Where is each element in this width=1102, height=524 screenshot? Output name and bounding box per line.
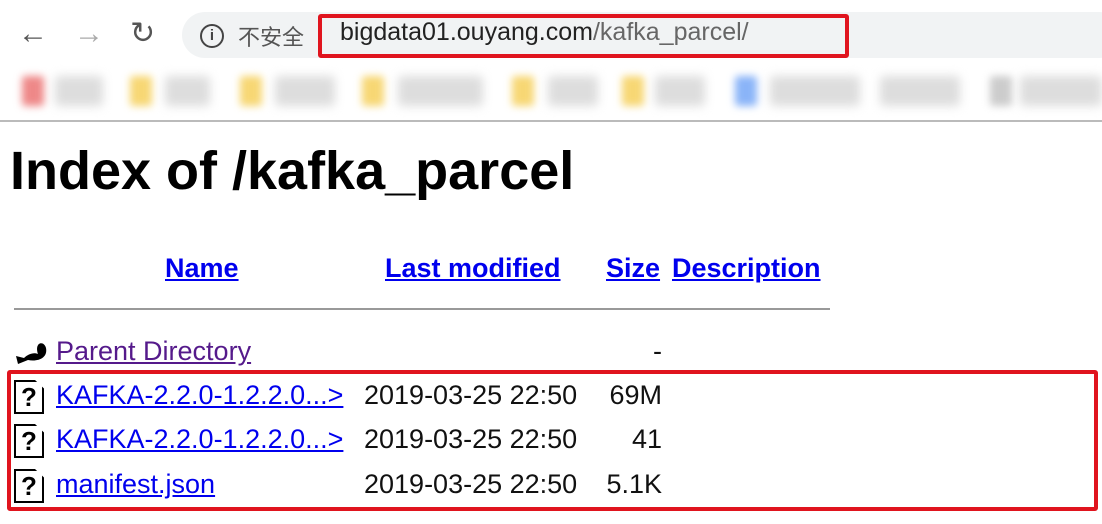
toolbar-separator [0,120,1102,122]
reload-button[interactable]: ↻ [130,14,155,54]
parent-size: - [653,336,662,366]
divider [14,308,830,310]
sort-by-last-modified[interactable]: Last modified [385,253,561,284]
info-icon[interactable]: i [200,24,224,48]
sort-by-name[interactable]: Name [165,253,239,284]
security-label: 不安全 [238,25,305,50]
back-folder-icon [14,334,48,368]
parent-directory-link[interactable]: Parent Directory [56,336,251,367]
page-title: Index of /kafka_parcel [10,141,575,201]
sort-by-description[interactable]: Description [672,253,821,284]
back-button[interactable]: ← [18,14,48,54]
highlight-box-url [318,14,849,58]
forward-button[interactable]: → [74,14,104,54]
highlight-box-files [7,370,1098,511]
sort-by-size[interactable]: Size [606,253,660,284]
